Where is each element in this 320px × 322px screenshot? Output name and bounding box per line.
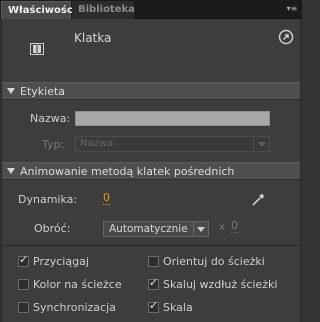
movie-clip-icon <box>30 43 44 55</box>
type-select-value: Nazwa <box>80 138 114 149</box>
type-select: Nazwa <box>75 136 270 152</box>
rotate-label: Obróć: <box>34 222 71 235</box>
checkmark-icon: ✓ <box>149 299 159 312</box>
dynamics-label: Dynamika: <box>18 193 78 206</box>
snap-checkbox[interactable]: ✓ <box>18 253 29 267</box>
panel-tab-bar: Właściwości Biblioteka ▾≡ <box>0 0 302 19</box>
section-label-title: Etykieta <box>20 85 66 98</box>
orient-checkbox[interactable] <box>148 256 159 267</box>
name-label: Nazwa: <box>30 112 71 125</box>
color-path-label[interactable]: Kolor na ścieżce <box>33 278 122 291</box>
times-symbol: x <box>219 222 225 233</box>
rotate-count-value: 0 <box>231 219 238 233</box>
scale-path-checkbox[interactable]: ✓ <box>148 276 159 290</box>
rotate-select[interactable]: Automatycznie <box>103 221 209 237</box>
divider <box>2 245 300 246</box>
edit-in-place-icon[interactable] <box>278 29 294 45</box>
symbol-title: Klatka <box>74 31 112 45</box>
name-field[interactable] <box>75 111 270 126</box>
dynamics-value[interactable]: 0 <box>103 192 110 205</box>
section-label-header[interactable]: Etykieta <box>2 82 300 100</box>
checkmark-icon: ✓ <box>149 276 159 289</box>
checkmark-icon: ✓ <box>19 253 29 266</box>
scale-path-label[interactable]: Skaluj wzdłuż ścieżki <box>163 278 277 291</box>
snap-label[interactable]: Przyciągaj <box>33 255 89 268</box>
type-label: Typ: <box>42 138 65 151</box>
section-tween-header[interactable]: Animowanie metodą klatek pośrednich <box>2 162 300 180</box>
panel-menu-icon[interactable]: ▾≡ <box>285 4 299 14</box>
tab-library[interactable]: Biblioteka <box>72 1 135 19</box>
tab-properties[interactable]: Właściwości <box>1 1 76 19</box>
chevron-down-icon <box>193 222 208 236</box>
collapse-triangle-icon <box>7 88 15 94</box>
chevron-down-icon <box>253 137 269 151</box>
section-tween-title: Animowanie metodą klatek pośrednich <box>20 165 235 178</box>
scale-label[interactable]: Skala <box>163 301 193 314</box>
rotate-select-value: Automatycznie <box>109 223 188 235</box>
collapse-triangle-icon <box>7 168 15 174</box>
color-path-checkbox[interactable] <box>18 279 29 290</box>
orient-label[interactable]: Orientuj do ścieżki <box>163 255 265 268</box>
sync-checkbox[interactable] <box>18 302 29 313</box>
sync-label[interactable]: Synchronizacja <box>33 301 116 314</box>
eyedropper-icon[interactable] <box>251 193 265 207</box>
scale-checkbox[interactable]: ✓ <box>148 299 159 313</box>
